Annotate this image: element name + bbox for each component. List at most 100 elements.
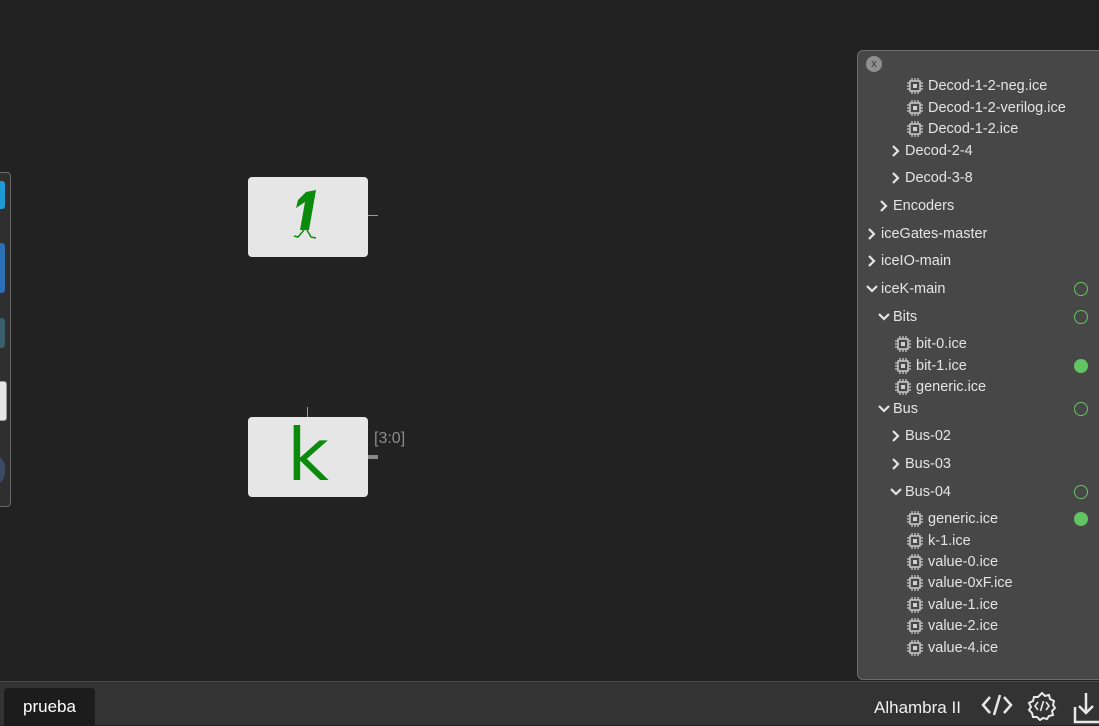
collection-item-label: Decod-1-2-verilog.ice — [928, 100, 1066, 116]
chip-icon — [906, 99, 924, 117]
collection-item-label: iceIO-main — [881, 253, 952, 269]
chevron-right-icon[interactable] — [866, 255, 878, 267]
k-output-bus — [368, 455, 378, 459]
collection-folder-item[interactable]: iceIO-main — [866, 251, 951, 271]
collection-file-item[interactable]: generic.ice — [906, 509, 998, 529]
svg-text:1: 1 — [278, 182, 279, 183]
collection-folder-item[interactable]: Bus — [878, 399, 918, 419]
chip-icon — [906, 532, 924, 550]
collection-item-label: iceGates-master — [881, 226, 988, 242]
toolbar-button-5[interactable] — [0, 455, 5, 485]
collection-folder-item[interactable]: Decod-2-4 — [890, 141, 973, 161]
one-output-wire — [368, 215, 378, 216]
collection-file-item[interactable]: generic.ice — [894, 377, 986, 397]
chevron-right-icon[interactable] — [890, 145, 902, 157]
collection-item-label: Bits — [893, 309, 918, 325]
tab-prueba[interactable]: prueba — [4, 688, 95, 726]
bus-width-label: [3:0] — [374, 430, 406, 447]
collection-folder-item[interactable]: Encoders — [878, 196, 954, 216]
collection-panel: x Decod-1-2-neg.ice Decod-1-2-verilog.ice… — [857, 50, 1099, 680]
collection-item-label: Bus-04 — [905, 484, 951, 500]
collection-item-label: Bus-03 — [905, 456, 951, 472]
collection-file-item[interactable]: Decod-1-2.ice — [906, 119, 1018, 139]
collection-file-item[interactable]: value-2.ice — [906, 616, 998, 636]
chip-icon — [906, 77, 924, 95]
collection-item-label: value-0xF.ice — [928, 575, 1013, 591]
status-dot-filled-icon[interactable] — [1074, 512, 1088, 526]
status-dot-empty-icon[interactable] — [1074, 282, 1088, 296]
status-dot-filled-icon[interactable] — [1074, 359, 1088, 373]
chevron-down-icon[interactable] — [878, 311, 890, 323]
collection-file-item[interactable]: bit-0.ice — [894, 334, 967, 354]
chip-icon — [894, 378, 912, 396]
design-canvas[interactable]: 1 k [3:0] x Decod-1-2-neg.ice Decod-1-2-v… — [0, 0, 1099, 681]
toolbar-button-1[interactable] — [0, 181, 5, 209]
status-dot-empty-icon[interactable] — [1074, 402, 1088, 416]
collection-folder-item[interactable]: iceGates-master — [866, 224, 987, 244]
chip-icon — [906, 617, 924, 635]
collection-folder-item[interactable]: Decod-3-8 — [890, 168, 973, 188]
chevron-right-icon[interactable] — [890, 458, 902, 470]
k-block-glyph: k — [287, 413, 329, 497]
chip-icon — [906, 574, 924, 592]
collection-folder-item[interactable]: Bits — [878, 307, 917, 327]
chevron-right-icon[interactable] — [890, 430, 902, 442]
chip-icon — [906, 120, 924, 138]
close-panel-button[interactable]: x — [866, 56, 882, 72]
status-dot-empty-icon[interactable] — [1074, 485, 1088, 499]
collection-item-label: Decod-2-4 — [905, 143, 973, 159]
collection-item-label: value-0.ice — [928, 554, 999, 570]
collection-item-label: iceK-main — [881, 281, 946, 297]
chevron-right-icon[interactable] — [878, 200, 890, 212]
chevron-right-icon[interactable] — [866, 228, 878, 240]
gear-code-icon[interactable] — [1026, 691, 1058, 721]
collection-item-label: k-1.ice — [928, 533, 971, 549]
collection-folder-item[interactable]: iceK-main — [866, 279, 945, 299]
toolbar-button-2[interactable] — [0, 243, 5, 293]
bottom-bar: prueba Alhambra II — [0, 681, 1099, 726]
chevron-right-icon[interactable] — [890, 172, 902, 184]
collection-item-label: bit-0.ice — [916, 336, 967, 352]
collection-item-label: bit-1.ice — [916, 358, 967, 374]
collection-item-label: Encoders — [893, 198, 955, 214]
collection-file-item[interactable]: value-4.ice — [906, 638, 998, 658]
chip-icon — [906, 596, 924, 614]
collection-file-item[interactable]: value-1.ice — [906, 595, 998, 615]
collection-item-label: Decod-1-2.ice — [928, 121, 1019, 137]
download-icon[interactable] — [1072, 691, 1099, 725]
collection-file-item[interactable]: bit-1.ice — [894, 356, 967, 376]
collection-item-label: value-2.ice — [928, 618, 999, 634]
collection-item-label: Decod-3-8 — [905, 170, 973, 186]
collection-file-item[interactable]: Decod-1-2-neg.ice — [906, 76, 1047, 96]
chip-icon — [894, 335, 912, 353]
collection-folder-item[interactable]: Bus-02 — [890, 426, 951, 446]
collection-folder-item[interactable]: Bus-04 — [890, 482, 951, 502]
collection-item-label: value-4.ice — [928, 640, 999, 656]
status-dot-empty-icon[interactable] — [1074, 310, 1088, 324]
chip-icon — [906, 553, 924, 571]
chip-icon — [894, 357, 912, 375]
chip-icon — [906, 510, 924, 528]
collection-file-item[interactable]: Decod-1-2-verilog.ice — [906, 98, 1066, 118]
collection-file-item[interactable]: value-0.ice — [906, 552, 998, 572]
one-glyph-icon: 1 — [278, 182, 317, 239]
collection-file-item[interactable]: value-0xF.ice — [906, 573, 1013, 593]
chevron-down-icon[interactable] — [890, 486, 902, 498]
chip-icon — [906, 639, 924, 657]
constant-k-block[interactable]: k — [248, 417, 368, 497]
board-selector[interactable]: Alhambra II — [874, 698, 961, 718]
collection-item-label: generic.ice — [916, 379, 987, 395]
collection-item-label: generic.ice — [928, 511, 999, 527]
collection-file-item[interactable]: k-1.ice — [906, 531, 971, 551]
toolbar-button-3[interactable] — [0, 318, 5, 348]
toolbar-button-4[interactable] — [0, 381, 7, 421]
collection-item-label: value-1.ice — [928, 597, 999, 613]
collection-folder-item[interactable]: Bus-03 — [890, 454, 951, 474]
code-icon[interactable] — [980, 691, 1014, 719]
left-toolbar — [0, 172, 11, 507]
collection-item-label: Bus-02 — [905, 428, 951, 444]
collection-item-label: Decod-1-2-neg.ice — [928, 78, 1048, 94]
chevron-down-icon[interactable] — [878, 403, 890, 415]
constant-one-block[interactable]: 1 — [248, 177, 368, 257]
chevron-down-icon[interactable] — [866, 283, 878, 295]
